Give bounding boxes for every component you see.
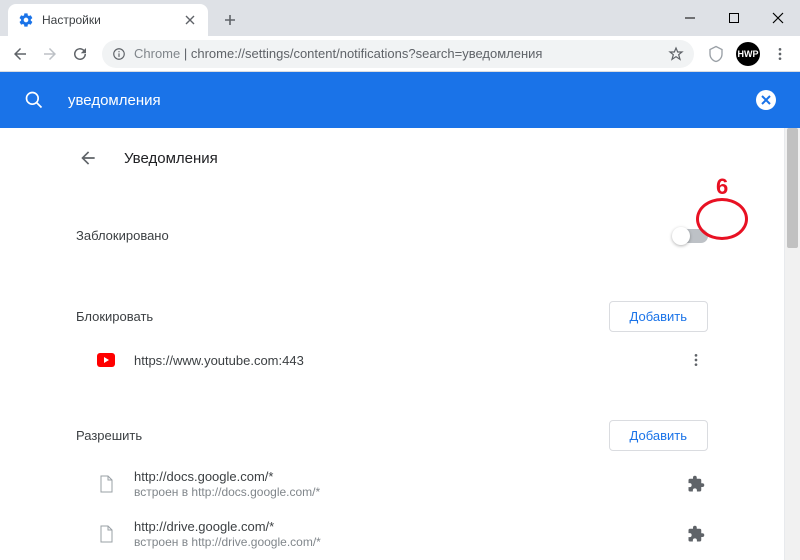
new-tab-button[interactable] [216, 6, 244, 34]
clear-search-button[interactable] [756, 90, 776, 110]
page-title: Уведомления [124, 150, 218, 167]
search-icon [24, 90, 44, 110]
site-url: https://www.youtube.com:443 [134, 353, 684, 368]
window-controls [668, 0, 800, 36]
site-subtext: встроен в http://drive.google.com/* [134, 535, 684, 549]
window-titlebar: Настройки [0, 0, 800, 36]
allow-section-title: Разрешить [76, 428, 609, 443]
bookmark-star-icon[interactable] [668, 46, 684, 62]
settings-search-bar: уведомления [0, 72, 800, 128]
menu-button[interactable] [766, 40, 794, 68]
gear-icon [18, 12, 34, 28]
url-text: Chrome | chrome://settings/content/notif… [134, 46, 542, 61]
site-url: http://drive.google.com/* [134, 519, 684, 534]
blocked-label: Заблокировано [76, 228, 674, 243]
back-button[interactable] [6, 40, 34, 68]
shield-icon[interactable] [702, 40, 730, 68]
allowed-site-row: http://drive.google.com/* встроен в http… [76, 509, 708, 559]
browser-toolbar: Chrome | chrome://settings/content/notif… [0, 36, 800, 72]
content-area: Уведомления Заблокировано Блокировать До… [0, 128, 800, 560]
site-info-icon[interactable] [112, 47, 126, 61]
forward-button[interactable] [36, 40, 64, 68]
profile-avatar[interactable]: HWP [736, 42, 760, 66]
blocked-toggle-row: Заблокировано [76, 188, 708, 257]
scrollbar[interactable] [784, 128, 800, 560]
notifications-toggle[interactable] [674, 229, 708, 243]
tab-title: Настройки [42, 13, 182, 27]
allowed-site-row: http://docs.google.com/* встроен в http:… [76, 459, 708, 509]
site-url: http://docs.google.com/* [134, 469, 684, 484]
allow-section-header: Разрешить Добавить [76, 406, 708, 459]
scrollbar-thumb[interactable] [787, 128, 798, 248]
file-icon [96, 524, 116, 544]
youtube-icon [96, 350, 116, 370]
more-actions-button[interactable] [684, 352, 708, 368]
extension-icon [684, 525, 708, 543]
close-icon[interactable] [182, 12, 198, 28]
settings-panel: Уведомления Заблокировано Блокировать До… [0, 128, 784, 560]
extension-icon [684, 475, 708, 493]
reload-button[interactable] [66, 40, 94, 68]
back-arrow-button[interactable] [76, 146, 100, 170]
minimize-button[interactable] [668, 0, 712, 36]
address-bar[interactable]: Chrome | chrome://settings/content/notif… [102, 40, 694, 68]
file-icon [96, 474, 116, 494]
add-block-button[interactable]: Добавить [609, 301, 708, 332]
section-header: Уведомления [76, 128, 708, 188]
window-close-button[interactable] [756, 0, 800, 36]
blocked-site-row: https://www.youtube.com:443 [76, 340, 708, 380]
block-section-header: Блокировать Добавить [76, 287, 708, 340]
maximize-button[interactable] [712, 0, 756, 36]
browser-tab[interactable]: Настройки [8, 4, 208, 36]
site-subtext: встроен в http://docs.google.com/* [134, 485, 684, 499]
search-query[interactable]: уведомления [68, 92, 756, 109]
add-allow-button[interactable]: Добавить [609, 420, 708, 451]
block-section-title: Блокировать [76, 309, 609, 324]
